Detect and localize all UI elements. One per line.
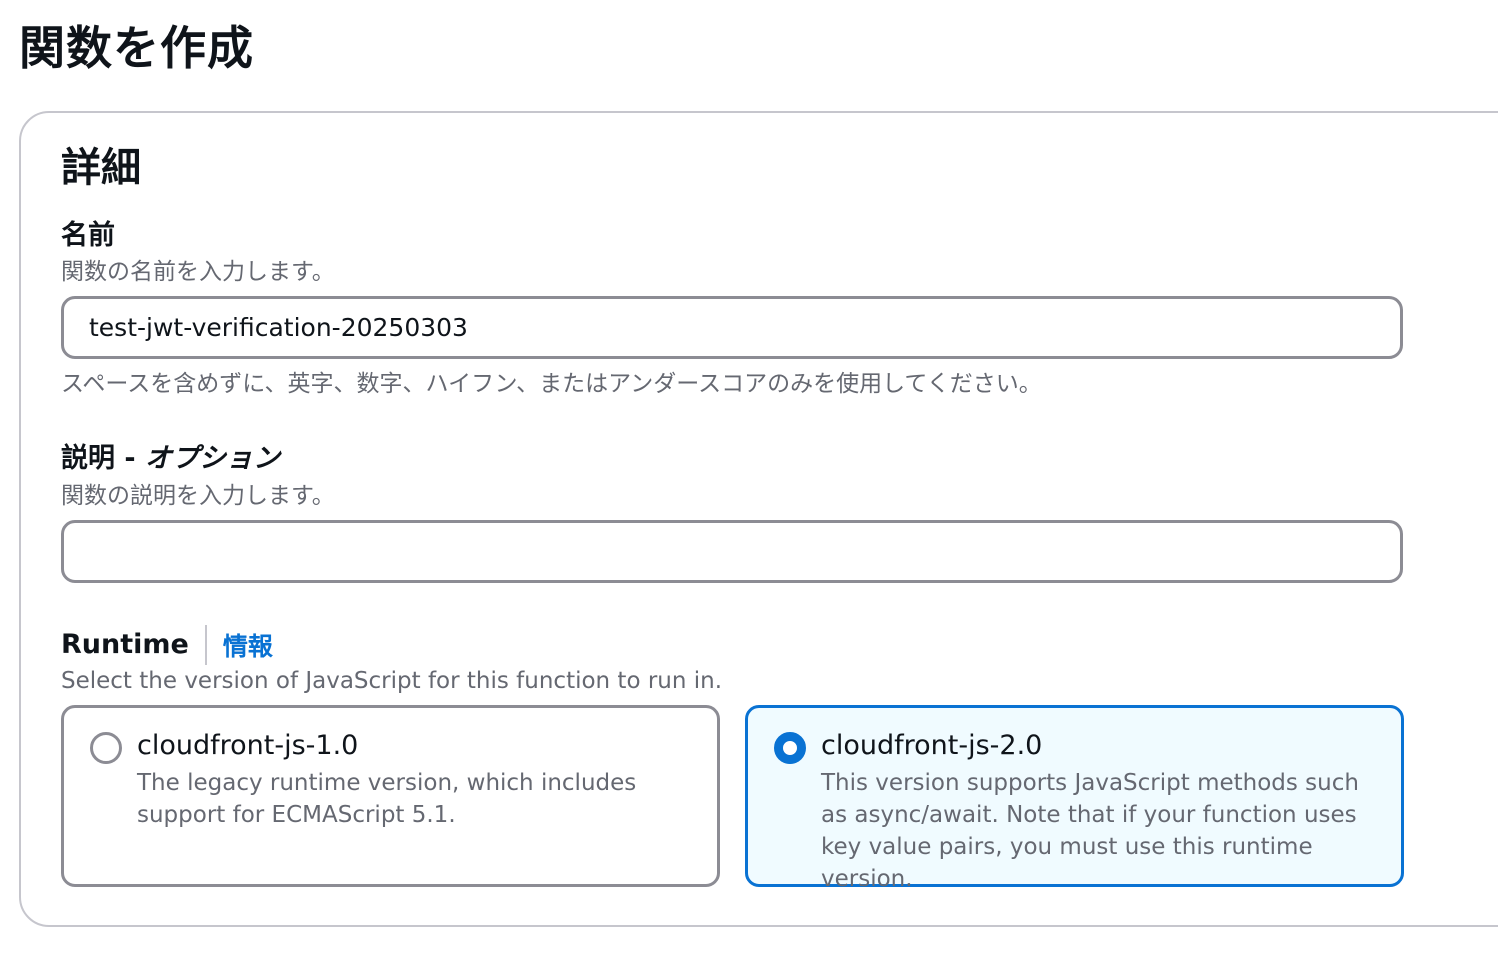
runtime-option-js-1[interactable]: cloudfront-js-1.0 The legacy runtime ver… bbox=[61, 705, 720, 887]
radio-checked-icon[interactable] bbox=[774, 732, 806, 764]
name-input[interactable] bbox=[61, 296, 1403, 359]
section-title: 詳細 bbox=[61, 145, 141, 191]
description-help: 関数の説明を入力します。 bbox=[61, 483, 335, 509]
description-input[interactable] bbox=[61, 520, 1403, 583]
description-label: 説明 - オプション bbox=[61, 442, 280, 476]
optional-label: オプション bbox=[145, 443, 281, 474]
runtime-description: Select the version of JavaScript for thi… bbox=[61, 668, 723, 694]
runtime-option-title: cloudfront-js-1.0 bbox=[137, 730, 359, 761]
runtime-info-link[interactable]: 情報 bbox=[223, 627, 273, 663]
name-description: 関数の名前を入力します。 bbox=[61, 259, 335, 285]
name-label: 名前 bbox=[61, 220, 115, 251]
runtime-option-description: The legacy runtime version, which includ… bbox=[137, 770, 637, 828]
runtime-option-title: cloudfront-js-2.0 bbox=[821, 730, 1043, 761]
description-label-text: 説明 - bbox=[61, 443, 146, 474]
runtime-header: Runtime 情報 bbox=[61, 625, 273, 665]
runtime-divider bbox=[204, 625, 207, 665]
runtime-option-description: This version supports JavaScript methods… bbox=[821, 770, 1359, 892]
runtime-label: Runtime bbox=[61, 629, 189, 660]
page-title: 関数を作成 bbox=[19, 21, 254, 75]
radio-unchecked-icon[interactable] bbox=[90, 732, 122, 764]
name-constraint: スペースを含めずに、英字、数字、ハイフン、またはアンダースコアのみを使用してくだ… bbox=[61, 371, 1042, 397]
runtime-option-js-2[interactable]: cloudfront-js-2.0 This version supports … bbox=[745, 705, 1404, 892]
